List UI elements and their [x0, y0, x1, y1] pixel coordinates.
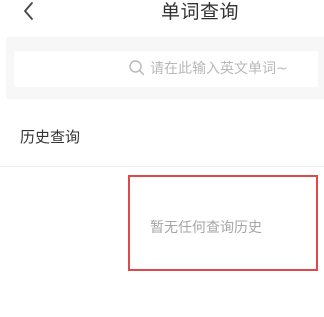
search-field[interactable] — [14, 51, 320, 87]
divider — [0, 166, 324, 167]
page-title: 单词查询 — [160, 1, 239, 23]
search-bar-area — [6, 37, 324, 99]
search-input[interactable] — [150, 51, 320, 87]
search-icon — [128, 59, 146, 77]
top-bar: 单词查询 — [0, 0, 324, 26]
empty-history-message: 暂无任何查询历史 — [150, 220, 262, 236]
history-section-title: 历史查询 — [20, 128, 81, 146]
empty-history-highlight: 暂无任何查询历史 — [128, 175, 318, 271]
